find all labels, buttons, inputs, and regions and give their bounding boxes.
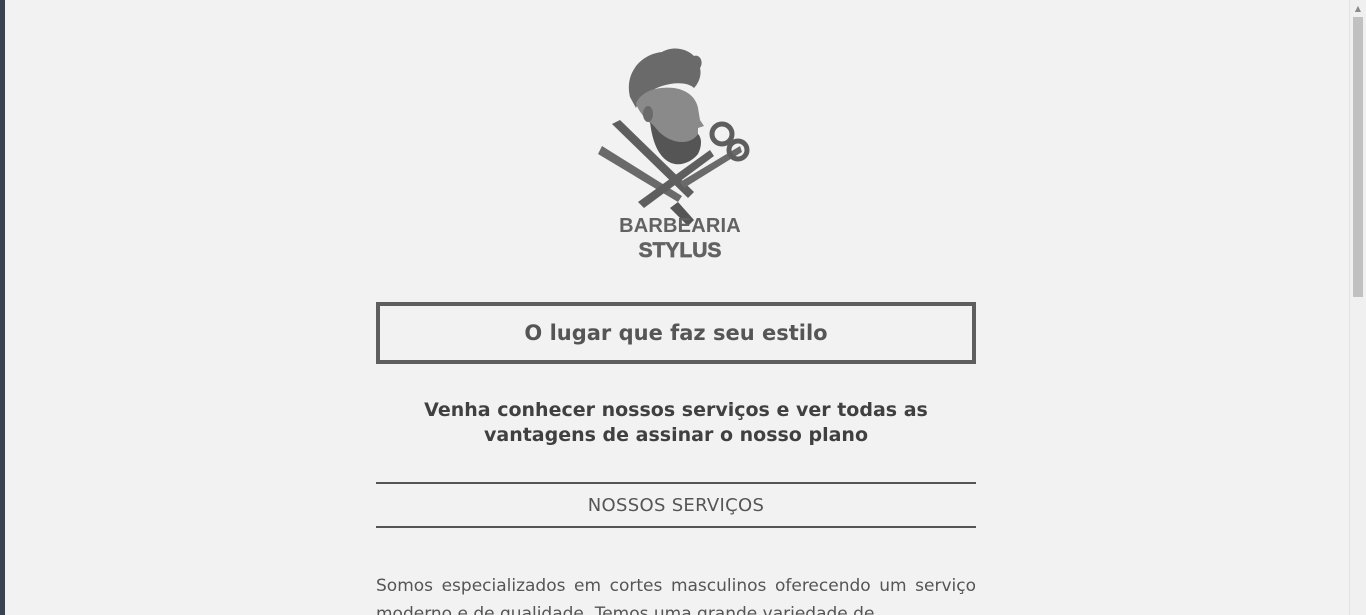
services-heading-text: NOSSOS SERVIÇOS bbox=[587, 494, 765, 516]
arrow-up-icon[interactable]: ▲ bbox=[1350, 0, 1366, 17]
brand-name-line1: BARBEARIA bbox=[619, 215, 741, 237]
services-description: Somos especializados em cortes masculino… bbox=[376, 576, 976, 615]
scrollbar-thumb[interactable] bbox=[1353, 17, 1363, 297]
tagline-box: O lugar que faz seu estilo bbox=[376, 302, 976, 364]
vertical-scrollbar[interactable]: ▲ bbox=[1349, 0, 1366, 615]
tagline-text: O lugar que faz seu estilo bbox=[524, 321, 828, 345]
page: BARBEARIA STYLUS O lugar que faz seu est… bbox=[5, 0, 1349, 615]
services-heading: NOSSOS SERVIÇOS bbox=[376, 482, 976, 528]
invite-text: Venha conhecer nossos serviços e ver tod… bbox=[424, 399, 928, 446]
brand-name-line2: STYLUS bbox=[638, 239, 722, 263]
